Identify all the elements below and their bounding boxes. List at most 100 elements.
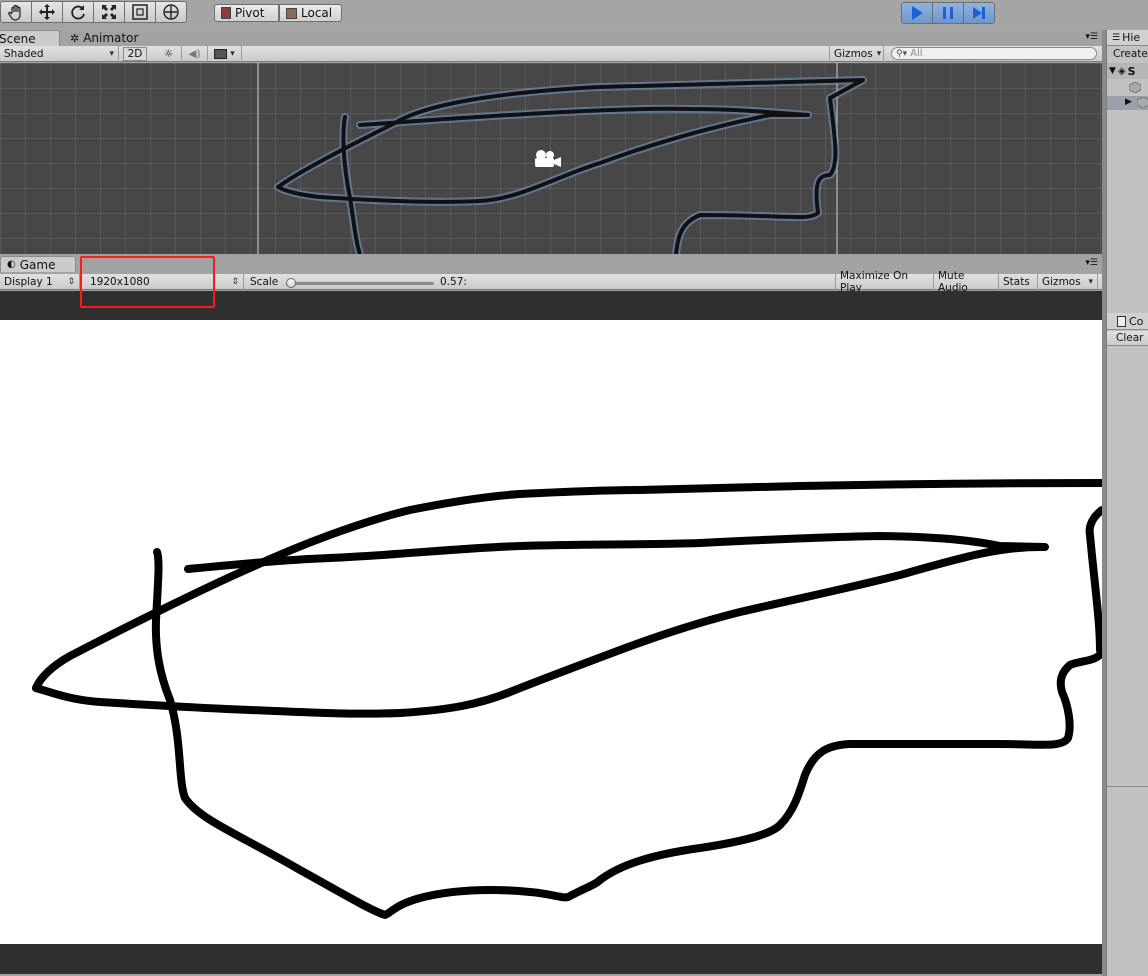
console-divider (1107, 786, 1148, 787)
play-button[interactable] (901, 2, 933, 24)
scene-search-placeholder: All (910, 48, 923, 59)
scale-slider-track[interactable] (286, 278, 434, 288)
scale-value: 0.57: (436, 274, 496, 290)
move-tool-button[interactable] (31, 1, 63, 23)
pause-button[interactable] (932, 2, 964, 24)
tab-game[interactable]: ◐ Game (0, 256, 76, 272)
updown-arrow-icon: ⇕ (67, 277, 75, 287)
expand-arrow-icon: ▼ (1109, 66, 1116, 76)
drawn-stroke-inner (32, 532, 1049, 718)
drawn-stroke-right-edge (1085, 506, 1102, 654)
scene-gizmos-dropdown[interactable]: Gizmos ▾ (829, 46, 884, 62)
hierarchy-tab-label: Hie (1122, 31, 1141, 44)
hierarchy-create-dropdown[interactable]: Create (1107, 47, 1148, 62)
lighting-toggle[interactable]: ☼ (156, 46, 182, 62)
tab-scene[interactable]: Scene (0, 30, 60, 46)
hierarchy-scene-row[interactable]: ▼ ◈ S (1107, 63, 1148, 79)
local-label: Local (301, 6, 333, 20)
game-gizmos-dropdown[interactable]: Gizmos ▾ (1038, 274, 1098, 290)
rotate-tool-button[interactable] (62, 1, 94, 23)
create-label: Create (1113, 48, 1148, 60)
drawn-stroke-vertical (151, 548, 1102, 919)
drawn-stroke-outer (32, 479, 1102, 692)
image-icon (214, 49, 228, 59)
rect-tool-button[interactable] (124, 1, 156, 23)
cube-icon (286, 7, 297, 19)
pivot-label: Pivot (235, 6, 265, 20)
mute-audio-toggle[interactable]: Mute Audio (934, 270, 999, 294)
gameobject-icon (1128, 81, 1142, 94)
scene-viewport[interactable] (0, 63, 1102, 254)
hand-icon (8, 4, 21, 21)
game-letterbox-bottom (0, 944, 1102, 974)
unity-scene-icon: ◈ (1117, 65, 1126, 77)
step-button[interactable] (963, 2, 995, 24)
list-icon: ☰ (1112, 32, 1121, 43)
clear-label: Clear (1116, 332, 1144, 344)
dropdown-arrow-icon: ▾ (1088, 277, 1093, 287)
scene-drawing (257, 63, 867, 254)
camera-gizmo-icon (535, 150, 561, 167)
play-icon (912, 6, 923, 20)
step-icon (973, 7, 985, 19)
hand-tool-button[interactable] (0, 1, 32, 23)
scale-slider-thumb[interactable] (286, 278, 296, 288)
scale-label-text: Scale (250, 276, 279, 288)
hierarchy-panel: ☰ Hie Create ▼ ◈ S ▶ (1106, 30, 1148, 313)
game-controller-icon: ◐ (7, 259, 16, 270)
transform-tools (0, 1, 187, 23)
updown-arrow-icon: ⇕ (231, 277, 239, 287)
shading-mode-dropdown[interactable]: Shaded ▾ (0, 46, 119, 62)
tab-console[interactable]: Co (1107, 313, 1148, 330)
stats-label: Stats (1003, 276, 1030, 288)
dropdown-arrow-icon: ▾ (876, 49, 882, 59)
console-tab-label: Co (1129, 314, 1144, 328)
audio-toggle[interactable]: ◀) (182, 46, 208, 62)
game-viewport[interactable] (0, 320, 1102, 944)
pause-icon (943, 7, 953, 19)
gameobject-icon (1136, 96, 1148, 111)
scale-value-text: 0.57: (440, 276, 467, 288)
mode-2d-label: 2D (127, 48, 143, 60)
console-clear-button[interactable]: Clear (1107, 331, 1148, 346)
scale-tool-button[interactable] (93, 1, 125, 23)
display-dropdown[interactable]: Display 1 ⇕ (0, 274, 80, 290)
main-toolbar: Pivot Local (0, 0, 1148, 30)
animator-tab-label: Animator (83, 31, 139, 45)
dropdown-arrow-icon: ▾ (230, 49, 235, 59)
scene-line-outline (274, 76, 867, 254)
console-panel: Co Clear (1106, 313, 1148, 976)
resolution-highlight-box (80, 256, 215, 308)
effects-dropdown[interactable]: ▾ (208, 46, 242, 62)
collapse-arrow-icon: ▶ (1125, 97, 1132, 107)
display-value: Display 1 (4, 276, 53, 288)
pivot-toggle[interactable]: Pivot (214, 4, 279, 22)
hierarchy-selected-row[interactable]: ▶ (1107, 96, 1148, 110)
shading-mode-value: Shaded (4, 48, 44, 60)
rect-transform-icon (132, 4, 148, 20)
tab-hierarchy[interactable]: ☰ Hie (1107, 30, 1148, 46)
search-icon: ⚲▾ (896, 48, 908, 59)
stats-toggle[interactable]: Stats (999, 274, 1038, 290)
scene-tab-label: Scene (0, 31, 36, 46)
transform-icon (163, 4, 179, 20)
pivot-icon (221, 7, 231, 19)
tab-animator[interactable]: ✲ Animator (64, 30, 154, 46)
mode-2d-toggle[interactable]: 2D (123, 47, 147, 61)
scene-tabstrip: Scene ✲ Animator ▾☰ (0, 30, 1102, 46)
animator-icon: ✲ (70, 31, 80, 45)
scene-name-fragment: S (1127, 64, 1136, 78)
scene-panel-menu-icon[interactable]: ▾☰ (1085, 32, 1098, 42)
local-toggle[interactable]: Local (279, 4, 342, 22)
scene-gizmos-label: Gizmos (834, 48, 873, 60)
game-panel-menu-icon[interactable]: ▾☰ (1085, 258, 1098, 268)
transform-tool-button[interactable] (155, 1, 187, 23)
rotate-icon (71, 5, 85, 20)
game-gizmos-label: Gizmos (1042, 276, 1081, 288)
maximize-on-play-toggle[interactable]: Maximize On Play (835, 270, 934, 294)
scene-controlbar: Shaded ▾ 2D ☼ ◀) ▾ Gizmos ▾ ⚲▾ All (0, 46, 1102, 62)
game-drawing (32, 479, 1102, 919)
scene-search-input[interactable]: ⚲▾ All (891, 47, 1097, 60)
speaker-icon: ◀) (188, 48, 201, 60)
scene-line-core (276, 78, 865, 254)
